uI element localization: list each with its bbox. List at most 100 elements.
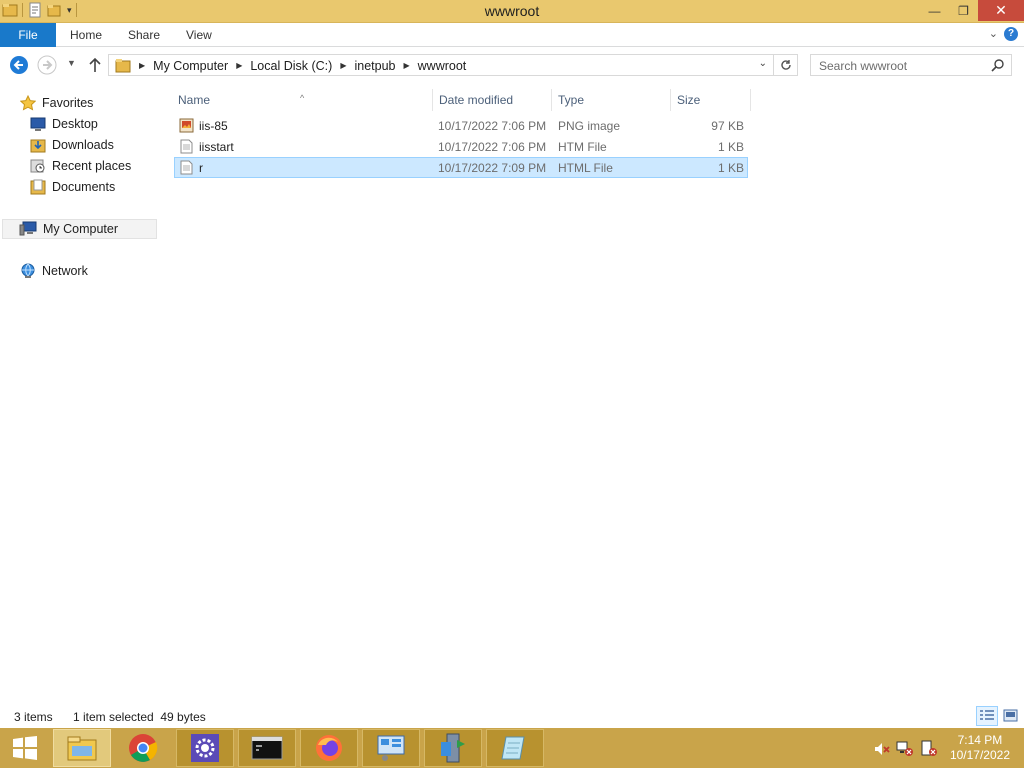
file-name: iisstart bbox=[199, 140, 234, 154]
help-icon[interactable]: ? bbox=[1004, 27, 1018, 41]
tab-home[interactable]: Home bbox=[70, 23, 102, 47]
nav-item-label: Recent places bbox=[52, 159, 132, 173]
breadcrumb-my-computer[interactable]: My Computer bbox=[153, 59, 228, 73]
breadcrumb-inetpub[interactable]: inetpub bbox=[354, 59, 395, 73]
expand-ribbon-icon[interactable]: ⌄ bbox=[989, 27, 998, 40]
nav-favorites-label: Favorites bbox=[42, 96, 94, 110]
breadcrumb-chevron-icon[interactable]: ▶ bbox=[340, 61, 346, 70]
tab-share[interactable]: Share bbox=[128, 23, 160, 47]
file-row-selected[interactable]: r 10/17/2022 7:09 PM HTML File 1 KB bbox=[174, 157, 748, 178]
notepad-icon bbox=[501, 736, 525, 760]
taskbar-file-explorer[interactable] bbox=[53, 729, 111, 767]
file-explorer-icon bbox=[67, 736, 97, 761]
forward-button[interactable] bbox=[37, 55, 57, 75]
breadcrumb-chevron-icon[interactable]: ▶ bbox=[139, 61, 145, 70]
search-input[interactable]: Search wwwroot bbox=[810, 54, 1012, 76]
nav-item-documents[interactable]: Documents bbox=[30, 177, 115, 197]
ribbon: File Home Share View ⌄ ? bbox=[0, 23, 1024, 47]
file-row[interactable]: iisstart 10/17/2022 7:06 PM HTM File 1 K… bbox=[174, 136, 748, 157]
tab-view[interactable]: View bbox=[186, 23, 212, 47]
nav-network-label: Network bbox=[42, 264, 88, 278]
refresh-icon bbox=[780, 60, 791, 70]
desktop-icon bbox=[30, 117, 46, 131]
up-button[interactable] bbox=[88, 57, 102, 73]
file-type: HTML File bbox=[558, 161, 613, 175]
breadcrumb-local-disk[interactable]: Local Disk (C:) bbox=[250, 59, 332, 73]
column-header-size[interactable]: Size bbox=[671, 89, 751, 111]
minimize-button[interactable]: — bbox=[920, 0, 949, 21]
file-date: 10/17/2022 7:09 PM bbox=[438, 161, 547, 175]
navigation-pane: Favorites Desktop Downloads Recent place… bbox=[0, 85, 160, 705]
start-button[interactable] bbox=[0, 729, 50, 767]
network-tool-icon bbox=[377, 735, 405, 761]
taskbar-command-prompt[interactable] bbox=[238, 729, 296, 767]
taskbar: 7:14 PM 10/17/2022 bbox=[0, 728, 1024, 768]
taskbar-notepad[interactable] bbox=[486, 729, 544, 767]
command-prompt-icon bbox=[251, 736, 283, 760]
chrome-icon bbox=[129, 734, 158, 762]
file-size: 1 KB bbox=[717, 140, 744, 154]
nav-network[interactable]: Network bbox=[20, 261, 88, 281]
large-icons-view-button[interactable] bbox=[1000, 706, 1022, 726]
column-header-name-label: Name bbox=[178, 93, 211, 107]
breadcrumb-wwwroot[interactable]: wwwroot bbox=[418, 59, 467, 73]
nav-my-computer[interactable]: My Computer bbox=[2, 219, 157, 239]
gear-icon bbox=[191, 734, 219, 762]
window-title: wwwroot bbox=[484, 3, 540, 19]
server-tool-icon bbox=[441, 733, 465, 763]
file-size: 1 KB bbox=[717, 161, 744, 175]
clock-time: 7:14 PM bbox=[957, 733, 1003, 747]
folder-icon bbox=[115, 59, 131, 73]
network-icon bbox=[21, 263, 35, 278]
volume-muted-icon[interactable] bbox=[874, 741, 890, 757]
column-header-type[interactable]: Type bbox=[552, 89, 671, 111]
refresh-button[interactable] bbox=[773, 55, 797, 75]
taskbar-server-tool[interactable] bbox=[424, 729, 482, 767]
close-button[interactable]: ✕ bbox=[978, 0, 1024, 21]
search-placeholder: Search wwwroot bbox=[819, 59, 908, 73]
clock-date: 10/17/2022 bbox=[949, 748, 1010, 762]
nav-item-downloads[interactable]: Downloads bbox=[30, 135, 114, 155]
taskbar-firefox[interactable] bbox=[300, 729, 358, 767]
downloads-icon bbox=[30, 139, 46, 153]
address-dropdown-icon[interactable]: ⌄ bbox=[759, 58, 767, 69]
nav-my-computer-label: My Computer bbox=[43, 222, 119, 236]
column-header-size-label: Size bbox=[677, 93, 701, 107]
taskbar-settings[interactable] bbox=[176, 729, 234, 767]
file-name: r bbox=[199, 161, 203, 175]
column-header-date-label: Date modified bbox=[439, 93, 514, 107]
recent-locations-icon[interactable]: ▼ bbox=[67, 58, 76, 68]
breadcrumb-chevron-icon[interactable]: ▶ bbox=[236, 61, 242, 70]
action-center-icon[interactable] bbox=[920, 740, 938, 757]
details-view-button[interactable] bbox=[976, 706, 998, 726]
nav-item-recent-places[interactable]: Recent places bbox=[30, 156, 131, 176]
large-icons-view-icon bbox=[1003, 709, 1018, 722]
taskbar-network-tool[interactable] bbox=[362, 729, 420, 767]
column-header-type-label: Type bbox=[558, 93, 585, 107]
tab-file[interactable]: File bbox=[0, 23, 56, 47]
sort-ascending-icon: ^ bbox=[300, 93, 305, 103]
network-status-icon[interactable] bbox=[896, 740, 914, 757]
nav-favorites[interactable]: Favorites bbox=[20, 93, 93, 113]
nav-item-desktop[interactable]: Desktop bbox=[30, 114, 98, 134]
search-icon[interactable] bbox=[991, 58, 1005, 72]
address-bar[interactable]: ▶ My Computer ▶ Local Disk (C:) ▶ inetpu… bbox=[108, 54, 798, 76]
firefox-icon bbox=[316, 735, 342, 761]
png-file-icon bbox=[179, 118, 194, 133]
title-bar: ▾ wwwroot — ❐ ✕ bbox=[0, 0, 1024, 23]
breadcrumb-chevron-icon[interactable]: ▶ bbox=[403, 61, 409, 70]
file-row[interactable]: iis-85 10/17/2022 7:06 PM PNG image 97 K… bbox=[174, 115, 748, 136]
file-name: iis-85 bbox=[199, 119, 228, 133]
recent-places-icon bbox=[30, 159, 45, 173]
clock[interactable]: 7:14 PM 10/17/2022 bbox=[950, 733, 1010, 763]
selection-info: 1 item selected 49 bytes bbox=[73, 710, 206, 724]
file-size: 97 KB bbox=[711, 119, 744, 133]
restore-button[interactable]: ❐ bbox=[949, 0, 978, 21]
nav-item-label: Desktop bbox=[52, 117, 98, 131]
taskbar-chrome[interactable] bbox=[114, 729, 172, 767]
back-button[interactable] bbox=[9, 55, 29, 75]
column-header-date[interactable]: Date modified bbox=[433, 89, 552, 111]
column-header-name[interactable]: Name ^ bbox=[172, 89, 433, 111]
details-view-icon bbox=[980, 710, 994, 720]
file-type: HTM File bbox=[558, 140, 607, 154]
